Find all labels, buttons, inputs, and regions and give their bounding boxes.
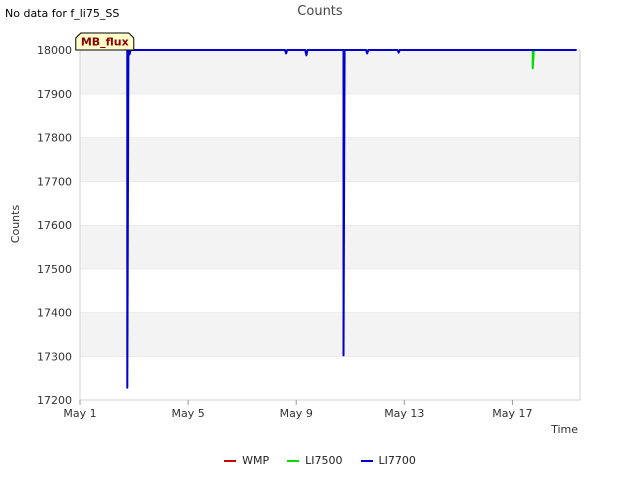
- legend-label: LI7500: [305, 454, 343, 467]
- y-axis: 17200 17300 17400 17500 17600 17700 17800 17900…: [37, 44, 72, 407]
- grid-band: [80, 312, 580, 357]
- y-tick-label: 17600: [37, 219, 72, 232]
- x-tick-label: May 13: [384, 407, 424, 420]
- x-axis-title: Time: [550, 423, 578, 436]
- y-tick-label: 17200: [37, 394, 72, 407]
- grid-band: [80, 137, 580, 182]
- legend-swatch: [224, 459, 237, 462]
- y-tick-label: 17300: [37, 350, 72, 363]
- legend-swatch: [287, 459, 300, 462]
- legend: WMP LI7500 LI7700: [0, 454, 640, 467]
- legend-item-li7700[interactable]: LI7700: [360, 454, 416, 467]
- counts-chart: 17200 17300 17400 17500 17600 17700 17800 17900…: [9, 32, 581, 436]
- grid-band: [80, 268, 580, 313]
- y-tick-label: 17700: [37, 175, 72, 188]
- grid-bands: [80, 49, 580, 400]
- grid-band: [80, 50, 580, 94]
- legend-item-li7500[interactable]: LI7500: [287, 454, 343, 467]
- legend-label: WMP: [242, 454, 270, 467]
- grid-band: [80, 225, 580, 269]
- x-axis: May 1 May 5 May 9 May 13 May 17: [63, 400, 533, 420]
- legend-label: LI7700: [378, 454, 416, 467]
- grid-band: [80, 93, 580, 138]
- y-axis-title: Counts: [9, 205, 22, 244]
- x-tick-label: May 1: [63, 407, 96, 420]
- grid-band: [80, 356, 580, 400]
- y-tick-label: 17800: [37, 132, 72, 145]
- grid-band: [80, 181, 580, 225]
- y-tick-label: 17900: [37, 88, 72, 101]
- legend-swatch: [360, 459, 373, 462]
- y-tick-label: 18000: [37, 44, 72, 57]
- mb-flux-annotation: MB_flux: [75, 32, 135, 51]
- x-tick-label: May 5: [171, 407, 204, 420]
- y-tick-label: 17500: [37, 263, 72, 276]
- legend-item-wmp[interactable]: WMP: [224, 454, 269, 467]
- x-tick-label: May 9: [280, 407, 313, 420]
- series-line-li7500: [531, 50, 535, 70]
- y-tick-label: 17400: [37, 307, 72, 320]
- x-tick-label: May 17: [492, 407, 532, 420]
- annotation-label: MB_flux: [81, 36, 129, 49]
